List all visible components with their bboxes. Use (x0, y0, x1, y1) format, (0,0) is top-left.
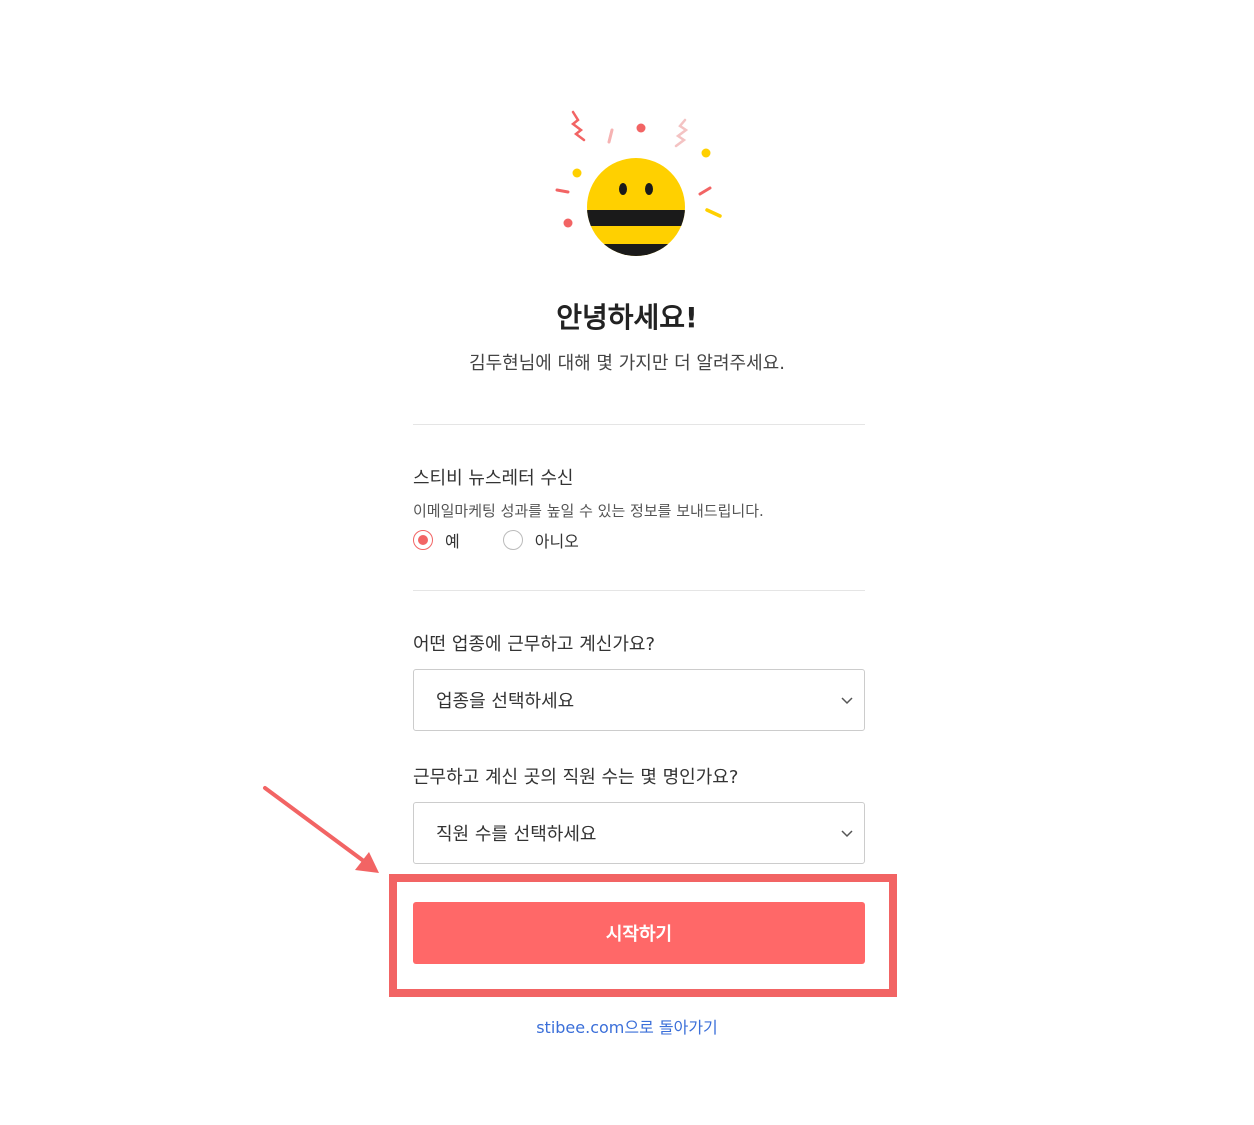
chevron-down-icon (841, 830, 853, 838)
onboarding-page: 안녕하세요! 김두현님에 대해 몇 가지만 더 알려주세요. 스티비 뉴스레터 … (0, 0, 1254, 1125)
industry-question: 어떤 업종에 근무하고 계신가요? (413, 634, 655, 655)
divider (413, 590, 865, 591)
arrow-icon (263, 786, 379, 873)
bee-mascot-icon (555, 110, 722, 256)
newsletter-no-option[interactable]: 아니오 (502, 528, 579, 552)
employees-select[interactable]: 직원 수를 선택하세요 (413, 802, 865, 864)
start-button[interactable]: 시작하기 (413, 902, 865, 964)
divider (413, 424, 865, 425)
page-subtitle: 김두현님에 대해 몇 가지만 더 알려주세요. (469, 353, 785, 374)
industry-select[interactable]: 업종을 선택하세요 (413, 669, 865, 731)
newsletter-yes-option[interactable]: 예 (413, 528, 460, 552)
employees-question: 근무하고 계신 곳의 직원 수는 몇 명인가요? (413, 767, 739, 788)
back-to-stibee-link[interactable]: stibee.com으로 돌아가기 (0, 1014, 1254, 1038)
chevron-down-icon (841, 697, 853, 705)
employees-select-value: 직원 수를 선택하세요 (436, 824, 597, 845)
page-title: 안녕하세요! (556, 301, 698, 334)
radio-yes-label: 예 (445, 532, 460, 551)
radio-yes[interactable] (413, 530, 433, 550)
newsletter-title: 스티비 뉴스레터 수신 (413, 468, 574, 489)
radio-no[interactable] (502, 530, 523, 550)
industry-select-value: 업종을 선택하세요 (436, 691, 575, 712)
newsletter-radio-group: 예 아니오 (413, 528, 579, 552)
newsletter-description: 이메일마케팅 성과를 높일 수 있는 정보를 보내드립니다. (413, 502, 764, 520)
radio-no-label: 아니오 (534, 532, 579, 551)
